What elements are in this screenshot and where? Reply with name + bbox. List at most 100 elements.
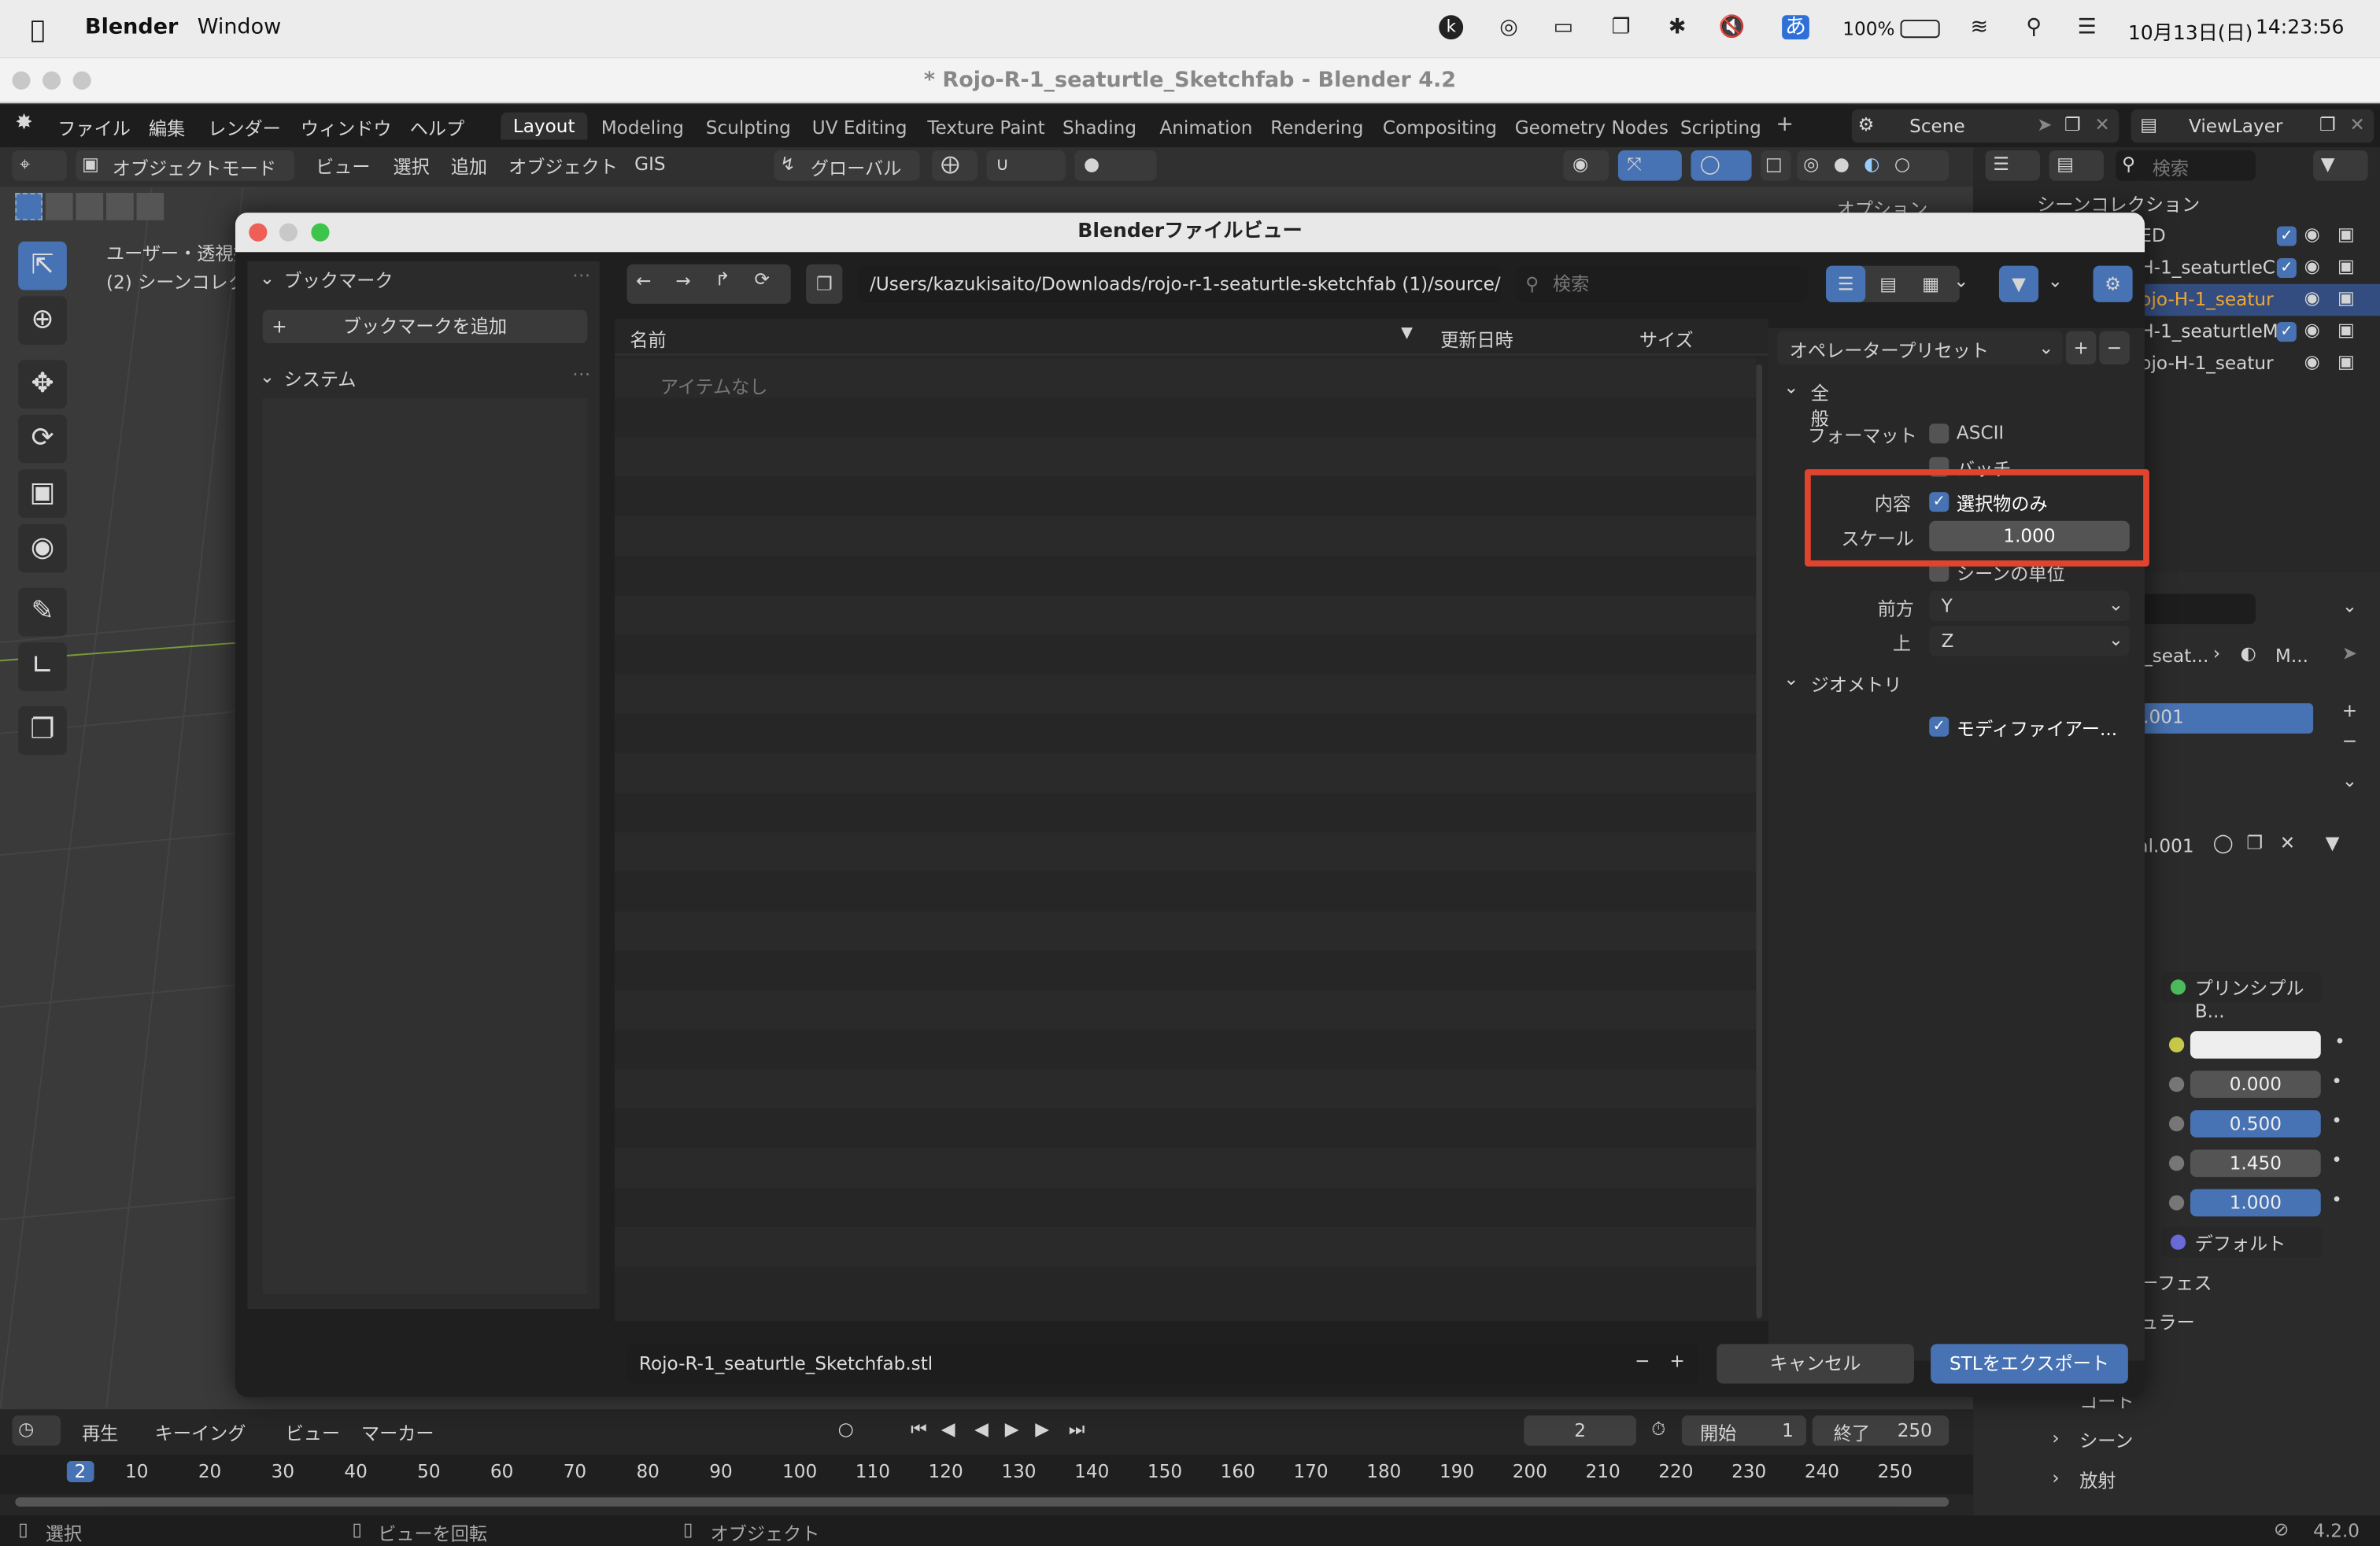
duplicate-material-icon[interactable]: ❐ bbox=[2246, 832, 2263, 853]
annotate-tool-icon[interactable]: ✎ bbox=[18, 587, 67, 637]
increment-filename-icon[interactable]: + bbox=[1669, 1350, 1684, 1371]
current-frame-field[interactable]: 2 bbox=[1524, 1415, 1636, 1446]
timeline-editor-type[interactable]: ◷ bbox=[12, 1415, 61, 1446]
visibility-button[interactable]: ◉ bbox=[1563, 150, 1609, 181]
add-workspace-button[interactable]: + bbox=[1776, 113, 1794, 137]
mute-icon[interactable]: 🔇 bbox=[1718, 15, 1746, 39]
input-method-icon[interactable]: あ bbox=[1782, 15, 1809, 40]
keyframe-dot-icon[interactable]: • bbox=[2334, 1031, 2345, 1052]
app-menu[interactable]: Blender bbox=[85, 15, 178, 39]
outliner-search[interactable]: ⚲ 検索 bbox=[2116, 150, 2256, 181]
menu-file[interactable]: ファイル bbox=[57, 116, 131, 142]
solid-icon[interactable]: ● bbox=[1834, 153, 1850, 175]
add-bookmark-button[interactable]: + ブックマークを追加 bbox=[262, 309, 588, 344]
panel-specular[interactable]: ュラー bbox=[2140, 1309, 2194, 1335]
camera-icon[interactable]: ▣ bbox=[2338, 287, 2355, 309]
file-list-scrollbar[interactable] bbox=[1756, 364, 1763, 1319]
export-stl-button[interactable]: STLをエクスポート bbox=[1931, 1344, 2128, 1384]
eye-icon[interactable]: ◉ bbox=[2304, 287, 2320, 309]
tab-geometry-nodes[interactable]: Geometry Nodes bbox=[1515, 117, 1669, 139]
system-chevron-icon[interactable]: ⌄ bbox=[260, 366, 275, 387]
column-name[interactable]: 名前 bbox=[630, 327, 666, 353]
list-horizontal-icon[interactable]: ▤ bbox=[1868, 266, 1908, 302]
play-icon[interactable]: ▶ bbox=[1005, 1418, 1019, 1440]
start-frame-field[interactable]: 開始 1 bbox=[1681, 1415, 1806, 1446]
apple-icon[interactable]:  bbox=[31, 15, 46, 44]
directory-path-field[interactable]: /Users/kazukisaito/Downloads/rojo-r-1-se… bbox=[857, 265, 1502, 302]
menu-view[interactable]: ビュー bbox=[316, 153, 370, 179]
panel-sheen[interactable]: シーン bbox=[2079, 1428, 2133, 1454]
eye-icon[interactable]: ◉ bbox=[2304, 319, 2320, 340]
sort-arrow-icon[interactable]: ▼ bbox=[1401, 325, 1413, 342]
overlay-button[interactable]: ◯ bbox=[1691, 150, 1752, 181]
window-close-button[interactable] bbox=[12, 71, 31, 90]
menu-gis[interactable]: GIS bbox=[634, 153, 665, 175]
timeline-view-menu[interactable]: ビュー bbox=[286, 1420, 340, 1446]
select-invert-icon[interactable] bbox=[105, 193, 134, 220]
transform-orientation[interactable]: ↯ グローバル bbox=[774, 150, 920, 181]
menu-object[interactable]: オブジェクト bbox=[508, 153, 618, 179]
proportional-button[interactable]: ● bbox=[1074, 150, 1157, 181]
delete-viewlayer-icon[interactable]: ✕ bbox=[2349, 114, 2364, 135]
screen-mirror-icon[interactable]: ❐ bbox=[1607, 15, 1635, 39]
column-modified[interactable]: 更新日時 bbox=[1440, 327, 1513, 353]
keyframe-dot-icon[interactable]: • bbox=[2331, 1149, 2342, 1171]
viewlayer-selector[interactable]: ▤ ViewLayer ❐ ✕ bbox=[2131, 109, 2374, 143]
apply-modifiers-checkbox[interactable]: ✓ bbox=[1929, 716, 1949, 737]
material-preview-icon[interactable]: ◐ bbox=[1864, 153, 1879, 175]
eye-icon[interactable]: ◉ bbox=[2304, 255, 2320, 276]
tab-rendering[interactable]: Rendering bbox=[1270, 117, 1363, 139]
keyframe-dot-icon[interactable]: • bbox=[2331, 1189, 2342, 1211]
control-center-icon[interactable]: ☰ bbox=[2073, 15, 2101, 39]
menu-edit[interactable]: 編集 bbox=[149, 116, 185, 142]
unlink-material-icon[interactable]: ✕ bbox=[2280, 832, 2295, 853]
timeline-scrollbar[interactable] bbox=[15, 1497, 1949, 1507]
frame-ruler[interactable]: 2 10 20 30 40 50 60 70 80 90 100 110 120 130 140 150 160… bbox=[0, 1455, 1974, 1495]
exclude-checkbox[interactable]: ✓ bbox=[2276, 322, 2297, 342]
tab-modeling[interactable]: Modeling bbox=[601, 117, 684, 139]
outliner-filter-button[interactable]: ▼ bbox=[2313, 150, 2368, 181]
browse-material-icon[interactable]: ▼ bbox=[2326, 832, 2340, 853]
tab-compositing[interactable]: Compositing bbox=[1383, 117, 1497, 139]
camera-icon[interactable]: ▣ bbox=[2338, 255, 2355, 276]
forward-icon[interactable]: → bbox=[675, 270, 690, 291]
up-axis-dropdown[interactable]: Z ⌄ bbox=[1929, 625, 2130, 656]
pin-icon[interactable]: ➤ bbox=[2342, 642, 2357, 664]
ascii-checkbox[interactable] bbox=[1929, 423, 1949, 444]
play-reverse-icon[interactable]: ◀ bbox=[974, 1418, 989, 1440]
camera-icon[interactable]: ▣ bbox=[2338, 351, 2355, 372]
operator-presets-dropdown[interactable]: オペレータープリセット ⌄ bbox=[1777, 331, 2063, 365]
k-app-icon[interactable]: k bbox=[1439, 15, 1464, 40]
forward-axis-dropdown[interactable]: Y ⌄ bbox=[1929, 590, 2130, 622]
airdrop-icon[interactable]: ◎ bbox=[1495, 15, 1523, 39]
outliner-editor-type[interactable]: ☰ bbox=[1985, 150, 2040, 181]
value-field[interactable]: 0.500 bbox=[2190, 1110, 2321, 1138]
column-size[interactable]: サイズ bbox=[1639, 327, 1694, 353]
cursor-tool-icon[interactable]: ⊕ bbox=[18, 296, 67, 345]
tab-uv-editing[interactable]: UV Editing bbox=[812, 117, 907, 139]
camera-icon[interactable]: ▣ bbox=[2338, 224, 2355, 245]
add-slot-icon[interactable]: + bbox=[2342, 700, 2357, 721]
parent-dir-icon[interactable]: ↱ bbox=[715, 268, 730, 290]
decrement-filename-icon[interactable]: − bbox=[1635, 1350, 1650, 1371]
keyframe-dot-icon[interactable]: • bbox=[2331, 1071, 2342, 1092]
dialog-zoom-button[interactable] bbox=[311, 223, 330, 242]
eye-icon[interactable]: ◉ bbox=[2304, 351, 2320, 372]
list-vertical-icon[interactable]: ☰ bbox=[1826, 265, 1866, 302]
back-icon[interactable]: ← bbox=[636, 270, 651, 291]
remove-preset-icon[interactable]: − bbox=[2099, 331, 2130, 365]
bookmarks-chevron-icon[interactable]: ⌄ bbox=[260, 268, 275, 289]
transform-tool-icon[interactable]: ◉ bbox=[18, 523, 67, 573]
menu-select[interactable]: 選択 bbox=[393, 153, 429, 179]
dialog-close-button[interactable] bbox=[249, 223, 268, 242]
panel-emission[interactable]: 放射 bbox=[2079, 1467, 2116, 1493]
tab-scripting[interactable]: Scripting bbox=[1680, 117, 1761, 139]
pin-icon[interactable]: ➤ bbox=[2037, 114, 2052, 135]
window-zoom-button[interactable] bbox=[72, 71, 91, 90]
select-subtract-icon[interactable] bbox=[76, 193, 104, 220]
jump-end-icon[interactable]: ⏭ bbox=[1069, 1418, 1085, 1441]
drag-handle-icon[interactable]: ⋯ bbox=[572, 264, 590, 286]
bluetooth-icon[interactable]: ✱ bbox=[1664, 15, 1691, 39]
normal-field[interactable]: デフォルト bbox=[2161, 1226, 2323, 1258]
snap-button[interactable]: ∪ bbox=[986, 150, 1066, 181]
